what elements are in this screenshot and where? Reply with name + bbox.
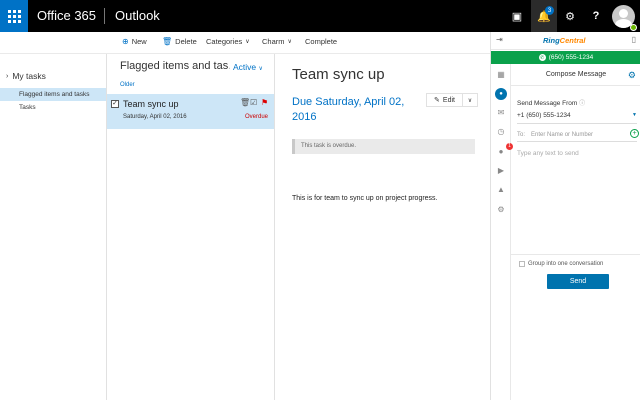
gear-icon[interactable]: ⚙ [495,204,507,216]
to-field[interactable]: To: Enter Name or Number + [517,129,639,142]
trash-icon[interactable]: 🗑 [240,98,250,107]
chevron-right-icon: › [6,72,9,80]
help-button[interactable]: ? [583,0,609,32]
conference-icon[interactable]: ▲ [495,184,507,196]
presence-dot-icon [630,24,637,31]
send-from-label: Send Message From ⓘ [517,100,586,107]
delete-label: Delete [175,37,197,46]
pin-icon[interactable]: ▯ [632,35,636,44]
section-header-older: Older [120,82,135,88]
voicemail-icon[interactable]: ● 1 [495,143,513,158]
filter-label: Active [233,62,257,72]
skype-button[interactable]: ▣ [504,0,530,32]
task-title: Team sync up [123,99,179,109]
waffle-icon [7,9,21,23]
overdue-infobar: This task is overdue. [292,139,475,154]
nav-group-label: My tasks [12,71,46,81]
folder-pane: › My tasks Flagged items and tasks Tasks [0,54,107,400]
unread-badge: 1 [506,143,513,150]
history-icon[interactable]: ◷ [495,126,507,138]
app-name[interactable]: Outlook [115,0,160,32]
plus-circle-icon: ⊕ [122,37,129,46]
overdue-label: Overdue [244,114,268,120]
brand-title[interactable]: Office 365 [37,0,96,32]
settings-button[interactable]: ⚙ [557,0,583,32]
delete-button[interactable]: 🗑 Delete [162,37,197,46]
flag-icon[interactable]: ⚑ [261,98,268,107]
chevron-down-icon: ∨ [258,66,263,72]
ringcentral-logo: RingCentral [543,36,586,45]
categories-label: Categories [206,37,243,46]
complete-button[interactable]: Complete [305,37,337,46]
help-icon: ? [592,10,600,22]
rc-sidebar: ▦ ● ✉ ◷ ● 1 ▶ ▲ ⚙ [491,64,513,400]
task-body: This is for team to sync up on project p… [292,195,438,202]
add-contact-icon[interactable]: + [630,129,639,138]
mail-icon[interactable]: ✉ [495,107,507,119]
ringcentral-panel: ⇥ RingCentral ▯ ✆ (650) 555-1234 ▦ ● ✉ ◷… [490,32,640,400]
send-button[interactable]: Send [547,274,609,289]
task-date: Saturday, April 02, 2016 [123,114,187,120]
group-label: Group into one conversation [528,261,604,267]
edit-button[interactable]: ✎ Edit [427,94,463,106]
task-row[interactable]: ✓ Team sync up 🗑 ☑ ⚑ Saturday, April 02,… [107,94,274,129]
nav-item-tasks[interactable]: Tasks [0,101,106,114]
task-list: Flagged items and tas… Active ∨ Older ✓ … [107,54,275,400]
charm-button[interactable]: Charm ∨ [262,37,292,46]
task-list-title: Flagged items and tas… [120,60,230,72]
trash-icon: 🗑 [162,37,173,46]
due-date: Due Saturday, April 02, 2016 [292,96,405,123]
edit-label: Edit [442,96,455,104]
phone-icon: ✆ [538,54,546,61]
chevron-down-icon: ▼ [632,112,637,118]
task-checkbox[interactable]: ✓ [111,100,119,108]
chevron-down-icon: ∨ [287,39,292,45]
charm-label: Charm [262,37,285,46]
chevron-down-icon: ∨ [245,39,250,45]
collapse-panel-icon[interactable]: ⇥ [496,35,503,44]
task-detail-title: Team sync up [292,66,385,83]
edit-dropdown-button[interactable]: ∨ [463,97,477,104]
complete-checkbox-icon[interactable]: ☑ [250,98,257,107]
phone-status-bar: ✆ (650) 555-1234 [491,51,640,64]
nav-group-my-tasks[interactable]: › My tasks [6,71,46,81]
top-bar: Office 365 Outlook ▣ 🔔 3 ⚙ ? [0,0,640,32]
new-button[interactable]: ⊕ New [122,37,147,46]
pencil-icon: ✎ [434,97,440,104]
send-from-value: +1 (650) 555-1234 [517,112,571,119]
rc-header: ⇥ RingCentral ▯ [491,32,640,50]
group-conversation-checkbox[interactable]: Group into one conversation [519,261,603,267]
notification-badge: 3 [545,6,554,15]
to-placeholder: Enter Name or Number [531,132,594,138]
chevron-down-icon: ∨ [467,97,473,104]
divider [104,8,105,24]
edit-split-button: ✎ Edit ∨ [426,93,478,107]
messages-icon[interactable]: ● [495,88,507,100]
gear-icon: ⚙ [565,10,575,23]
help-icon: ⓘ [579,101,586,107]
dialpad-icon[interactable]: ▦ [495,69,507,81]
filter-dropdown[interactable]: Active ∨ [233,62,263,72]
new-label: New [131,37,147,46]
gear-icon[interactable]: ⚙ [628,70,636,81]
app-launcher-button[interactable] [0,0,28,32]
video-icon[interactable]: ▶ [495,165,507,177]
send-from-select[interactable]: +1 (650) 555-1234 ▼ [517,112,637,124]
notifications-button[interactable]: 🔔 3 [531,0,557,32]
message-textarea[interactable]: Type any text to send [517,147,637,257]
compose-title: Compose Message [511,64,640,86]
nav-item-flagged[interactable]: Flagged items and tasks [0,88,106,101]
checkbox-icon [519,261,525,267]
complete-label: Complete [305,37,338,46]
phone-number: (650) 555-1234 [548,54,594,61]
to-label: To: [517,132,526,138]
divider [511,254,640,255]
skype-icon: ▣ [511,10,523,23]
categories-button[interactable]: Categories ∨ [206,37,250,46]
command-bar: ⊕ New 🗑 Delete Categories ∨ Charm ∨ Comp… [0,32,490,54]
reading-pane: Team sync up Due Saturday, April 02, 201… [275,54,490,400]
